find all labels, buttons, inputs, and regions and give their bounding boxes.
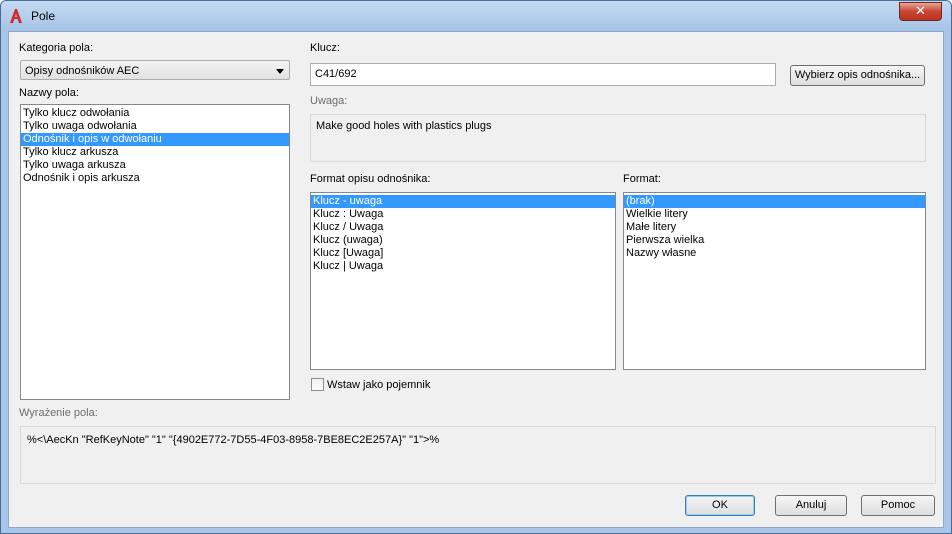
note-value: Make good holes with plastics plugs [316, 120, 492, 132]
key-label: Klucz: [310, 42, 340, 54]
title-bar[interactable]: Pole ✕ [1, 1, 951, 31]
pole-dialog-window: Pole ✕ Kategoria pola: Opisy odnośników … [0, 0, 952, 534]
list-item[interactable]: Wielkie litery [624, 208, 925, 221]
insert-as-placeholder-label[interactable]: Wstaw jako pojemnik [327, 379, 430, 391]
dialog-body: Kategoria pola: Opisy odnośników AEC Naz… [8, 31, 944, 528]
list-item[interactable]: Tylko uwaga arkusza [21, 159, 289, 172]
list-item[interactable]: Klucz | Uwaga [311, 260, 615, 273]
category-value: Opisy odnośników AEC [25, 65, 140, 77]
list-item[interactable]: Klucz - uwaga [311, 195, 615, 208]
autocad-app-icon [10, 9, 22, 23]
key-input[interactable]: C41/692 [310, 63, 776, 86]
list-item[interactable]: Nazwy własne [624, 247, 925, 260]
ok-button[interactable]: OK [685, 495, 755, 516]
note-field: Make good holes with plastics plugs [310, 114, 926, 162]
category-dropdown[interactable]: Opisy odnośników AEC [20, 60, 290, 80]
list-item[interactable]: Klucz (uwaga) [311, 234, 615, 247]
list-item[interactable]: Odnośnik i opis arkusza [21, 172, 289, 185]
list-item[interactable]: (brak) [624, 195, 925, 208]
cancel-button[interactable]: Anuluj [775, 495, 847, 516]
list-item[interactable]: Pierwsza wielka [624, 234, 925, 247]
format-label: Format: [623, 173, 661, 185]
close-button[interactable]: ✕ [899, 2, 942, 21]
field-expression-label: Wyrażenie pola: [19, 407, 98, 419]
list-item[interactable]: Klucz [Uwaga] [311, 247, 615, 260]
close-icon: ✕ [915, 3, 926, 18]
help-button[interactable]: Pomoc [861, 495, 935, 516]
field-expression-field: %<\AecKn "RefKeyNote" "1" "{4902E772-7D5… [20, 426, 936, 484]
field-names-label: Nazwy pola: [19, 87, 79, 99]
note-label: Uwaga: [310, 95, 348, 107]
keynote-format-label: Format opisu odnośnika: [310, 173, 431, 185]
format-list[interactable]: (brak) Wielkie litery Małe litery Pierwsza … [623, 192, 926, 370]
list-item[interactable]: Klucz / Uwaga [311, 221, 615, 234]
list-item[interactable]: Klucz : Uwaga [311, 208, 615, 221]
list-item[interactable]: Tylko uwaga odwołania [21, 120, 289, 133]
chevron-down-icon [276, 69, 284, 74]
category-label: Kategoria pola: [19, 42, 93, 54]
list-item[interactable]: Odnośnik i opis w odwołaniu [21, 133, 289, 146]
list-item[interactable]: Tylko klucz arkusza [21, 146, 289, 159]
window-title: Pole [31, 9, 56, 23]
field-expression-value: %<\AecKn "RefKeyNote" "1" "{4902E772-7D5… [27, 434, 440, 446]
field-names-list[interactable]: Tylko klucz odwołania Tylko uwaga odwołan… [20, 104, 290, 400]
keynote-format-list[interactable]: Klucz - uwaga Klucz : Uwaga Klucz / Uwaga K… [310, 192, 616, 370]
key-value: C41/692 [315, 68, 357, 80]
insert-as-placeholder-checkbox[interactable] [311, 378, 324, 391]
select-keynote-button[interactable]: Wybierz opis odnośnika... [790, 65, 925, 86]
list-item[interactable]: Małe litery [624, 221, 925, 234]
list-item[interactable]: Tylko klucz odwołania [21, 107, 289, 120]
